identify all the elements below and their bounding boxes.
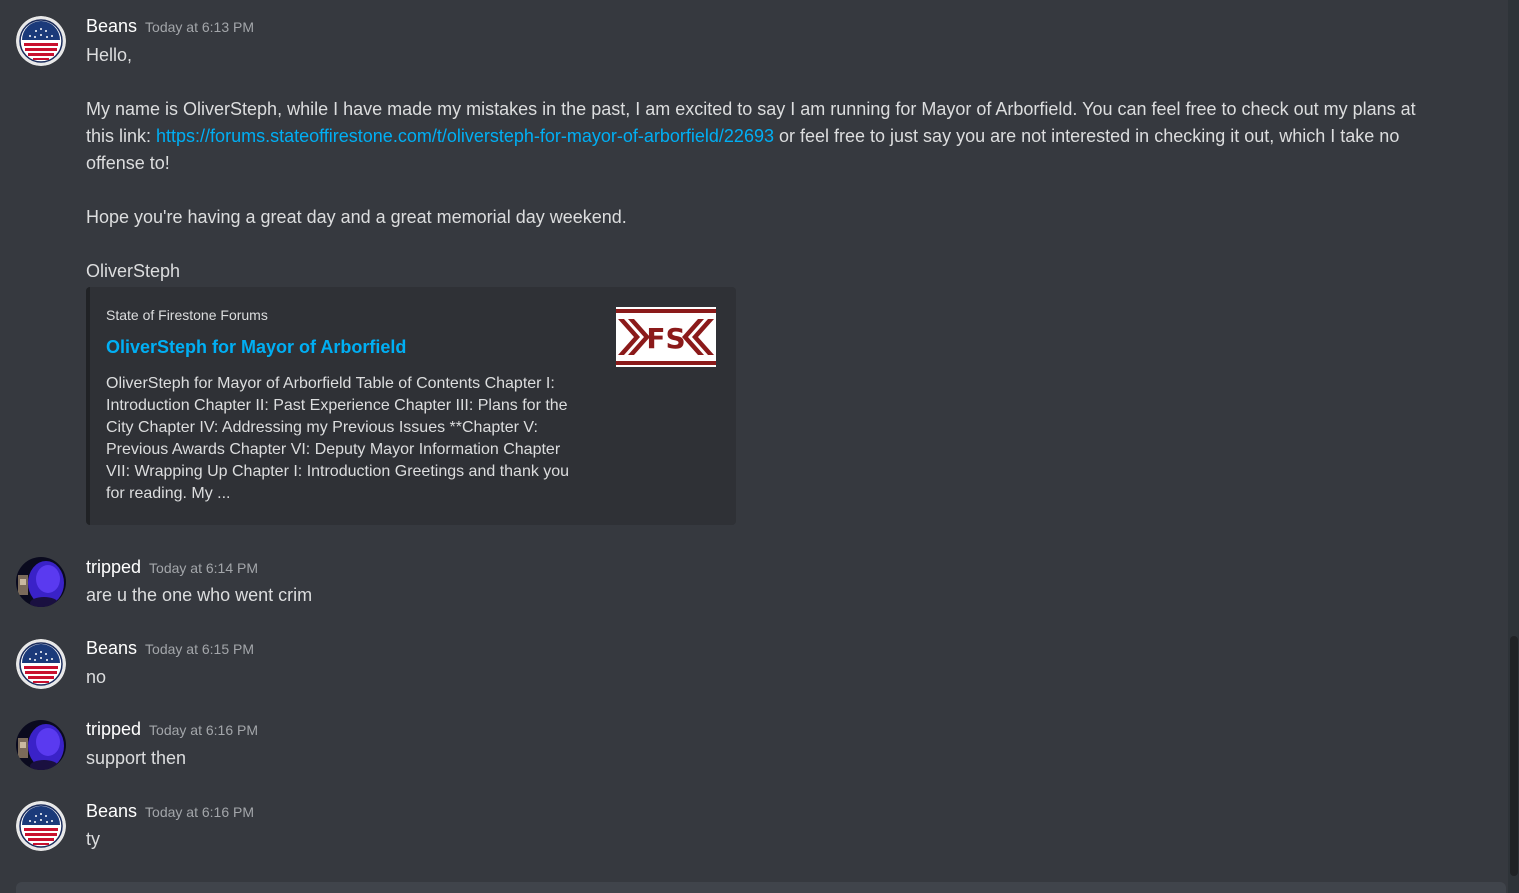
chat-messages: Beans Today at 6:13 PM Hello, My name is … <box>0 0 1508 893</box>
timestamp: Today at 6:14 PM <box>149 560 258 576</box>
message-content: support then <box>86 745 1446 772</box>
embed-thumbnail-logo-text: FS <box>646 322 685 355</box>
message-input-bar[interactable] <box>16 882 1506 893</box>
username[interactable]: Beans <box>86 638 137 658</box>
message-header: Beans Today at 6:13 PM <box>86 16 254 37</box>
username[interactable]: Beans <box>86 16 137 36</box>
message-content: no <box>86 664 1446 691</box>
embed-provider[interactable]: State of Firestone Forums <box>106 307 268 323</box>
avatar[interactable] <box>16 639 66 689</box>
timestamp: Today at 6:16 PM <box>149 722 258 738</box>
message-text: no <box>86 667 107 687</box>
message-content: ty <box>86 826 1446 853</box>
message-header: tripped Today at 6:16 PM <box>86 719 258 740</box>
message-text: My name is OliverSteph, while I have mad… <box>86 96 1446 177</box>
forum-link[interactable]: https://forums.stateoffirestone.com/t/ol… <box>156 126 774 146</box>
avatar[interactable] <box>16 16 66 66</box>
timestamp: Today at 6:15 PM <box>145 641 254 657</box>
embed-title[interactable]: OliverSteph for Mayor of Arborfield <box>106 337 406 358</box>
message-text: Hope you're having a great day and a gre… <box>86 207 627 227</box>
avatar[interactable] <box>16 801 66 851</box>
link-embed: State of Firestone Forums OliverSteph fo… <box>86 287 736 525</box>
timestamp: Today at 6:16 PM <box>145 804 254 820</box>
message-header: Beans Today at 6:15 PM <box>86 638 254 659</box>
message-content: Hello, My name is OliverSteph, while I h… <box>86 42 1446 285</box>
embed-description: OliverSteph for Mayor of Arborfield Tabl… <box>106 375 570 502</box>
message-header: Beans Today at 6:16 PM <box>86 801 254 822</box>
message-text: OliverSteph <box>86 261 181 281</box>
message-text: Hello, <box>86 45 133 65</box>
avatar[interactable] <box>16 720 66 770</box>
message-content: are u the one who went crim <box>86 582 1446 609</box>
timestamp: Today at 6:13 PM <box>145 19 254 35</box>
message-text: support then <box>86 748 187 768</box>
message-text: are u the one who went crim <box>86 585 313 605</box>
username[interactable]: tripped <box>86 719 141 739</box>
avatar[interactable] <box>16 557 66 607</box>
message-text: ty <box>86 829 101 849</box>
scrollbar-thumb[interactable] <box>1510 636 1518 876</box>
username[interactable]: Beans <box>86 801 137 821</box>
username[interactable]: tripped <box>86 557 141 577</box>
embed-thumbnail[interactable]: FS <box>616 307 716 367</box>
message-header: tripped Today at 6:14 PM <box>86 557 258 578</box>
